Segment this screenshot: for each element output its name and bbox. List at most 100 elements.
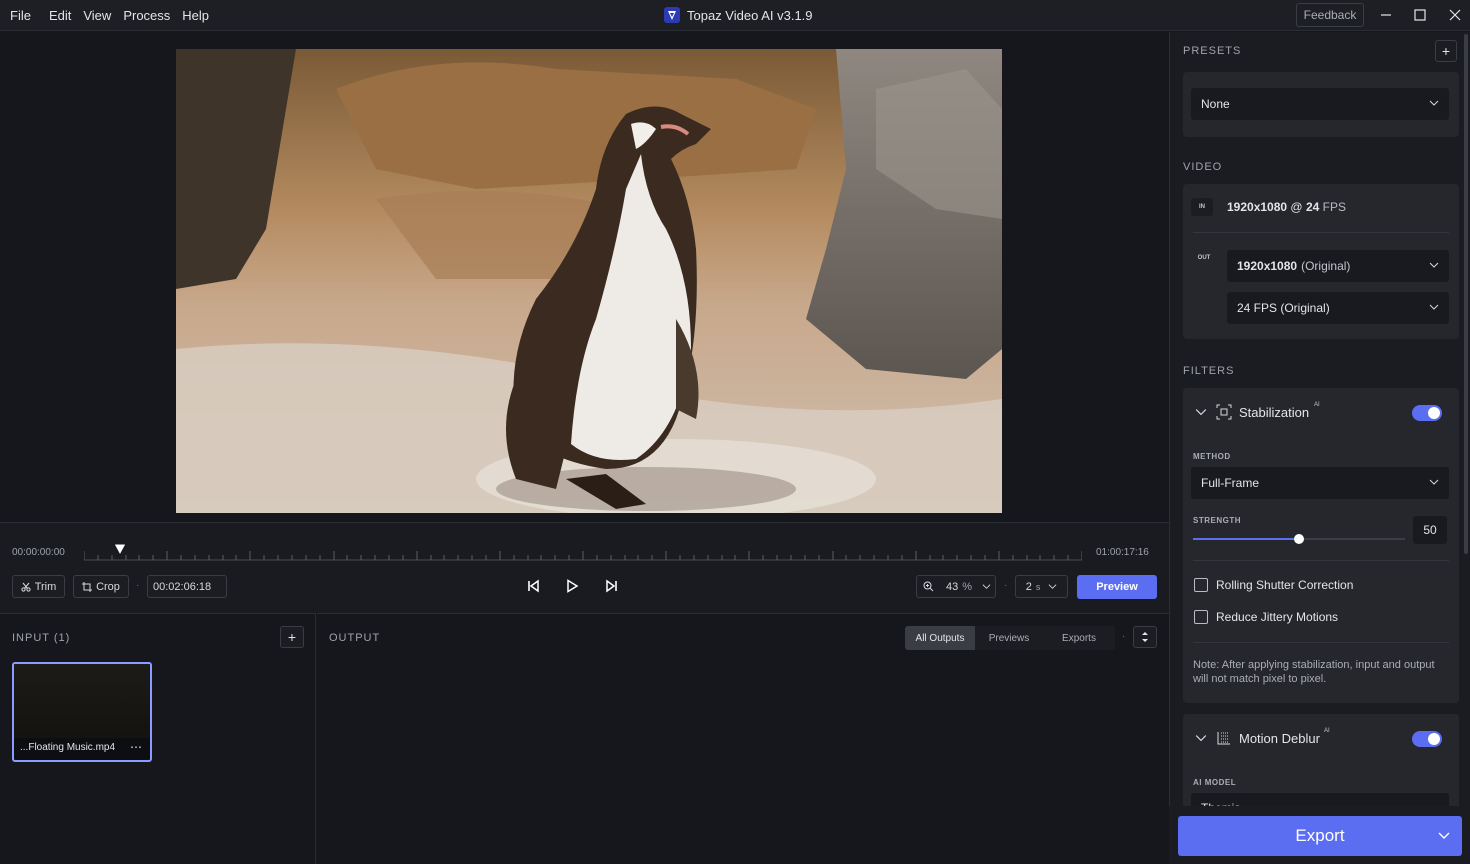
video-frame[interactable] bbox=[176, 49, 1002, 513]
next-frame-icon[interactable] bbox=[600, 575, 624, 597]
chevron-down-icon bbox=[1429, 479, 1439, 485]
separator-dot: · bbox=[1122, 631, 1126, 642]
sort-button[interactable] bbox=[1133, 626, 1157, 648]
output-label: OUTPUT bbox=[329, 632, 381, 644]
preview-button[interactable]: Preview bbox=[1077, 575, 1157, 599]
presets-dropdown[interactable]: None bbox=[1191, 88, 1449, 120]
tab-all-outputs[interactable]: All Outputs bbox=[905, 626, 975, 650]
title-bar: File Edit View Process Help Topaz Video … bbox=[0, 0, 1470, 31]
motion-deblur-ai-badge: AI bbox=[1324, 728, 1330, 734]
export-button[interactable]: Export bbox=[1178, 816, 1462, 856]
menu-view[interactable]: View bbox=[77, 8, 117, 23]
zoom-icon bbox=[923, 581, 934, 592]
sidebar-scrollbar[interactable] bbox=[1462, 32, 1470, 864]
minimize-icon[interactable] bbox=[1374, 4, 1398, 26]
trim-label: Trim bbox=[34, 580, 57, 593]
input-thumbnail[interactable]: ...Floating Music.mp4 ⋯ bbox=[12, 662, 152, 762]
presets-value: None bbox=[1201, 97, 1230, 111]
method-dropdown[interactable]: Full-Frame bbox=[1191, 467, 1449, 499]
scrollbar-thumb[interactable] bbox=[1464, 34, 1468, 554]
strength-input[interactable]: 50 bbox=[1413, 516, 1447, 544]
output-fps-value: 24 FPS (Original) bbox=[1237, 301, 1330, 315]
separator-dot: · bbox=[1004, 580, 1008, 591]
topaz-logo-icon bbox=[664, 7, 680, 23]
input-label: INPUT (1) bbox=[12, 632, 71, 644]
tab-previews[interactable]: Previews bbox=[975, 626, 1043, 650]
sort-icon bbox=[1142, 632, 1148, 642]
output-resolution-dropdown[interactable]: 1920x1080 (Original) bbox=[1227, 250, 1449, 282]
strength-slider-track[interactable] bbox=[1193, 534, 1405, 544]
playhead-handle[interactable] bbox=[112, 543, 128, 557]
step-dropdown[interactable]: 2 s bbox=[1015, 575, 1068, 598]
method-label: METHOD bbox=[1193, 452, 1231, 461]
app-title: Topaz Video AI v3.1.9 bbox=[663, 6, 813, 24]
zoom-dropdown[interactable]: 43 % bbox=[916, 575, 996, 598]
add-preset-button[interactable]: + bbox=[1435, 40, 1457, 62]
plus-icon: + bbox=[1441, 43, 1451, 59]
input-fps-value: 24 bbox=[1305, 200, 1320, 214]
method-value: Full-Frame bbox=[1201, 476, 1260, 490]
stabilization-title: Stabilization bbox=[1239, 405, 1310, 420]
step-unit: s bbox=[1035, 581, 1041, 592]
stabilization-toggle[interactable] bbox=[1412, 405, 1442, 421]
thumbnail-image bbox=[14, 664, 150, 738]
play-icon[interactable] bbox=[560, 575, 584, 597]
menu-file[interactable]: File bbox=[4, 8, 37, 23]
strength-slider-fill bbox=[1193, 538, 1299, 540]
tab-exports[interactable]: Exports bbox=[1043, 626, 1115, 650]
video-label: VIDEO bbox=[1183, 161, 1223, 173]
step-value: 2 bbox=[1025, 580, 1032, 593]
jittery-motions-checkbox[interactable] bbox=[1194, 610, 1208, 624]
output-res-value: 1920x1080 bbox=[1237, 259, 1298, 273]
feedback-button[interactable]: Feedback bbox=[1296, 3, 1364, 27]
chevron-down-icon[interactable] bbox=[1195, 732, 1207, 744]
input-res-value: 1920x1080 bbox=[1227, 200, 1288, 214]
timeline-start-time: 00:00:00:00 bbox=[12, 547, 65, 558]
export-label: Export bbox=[1295, 826, 1345, 845]
input-fps-unit: FPS bbox=[1322, 200, 1346, 214]
output-fps-dropdown[interactable]: 24 FPS (Original) bbox=[1227, 292, 1449, 324]
add-input-button[interactable]: + bbox=[280, 626, 304, 648]
motion-deblur-title: Motion Deblur bbox=[1239, 731, 1320, 746]
jittery-motions-label: Reduce Jittery Motions bbox=[1216, 610, 1339, 624]
stabilization-ai-badge: AI bbox=[1314, 402, 1320, 408]
timeline-end-time: 01:00:17:16 bbox=[1096, 547, 1149, 558]
rolling-shutter-label: Rolling Shutter Correction bbox=[1216, 578, 1354, 592]
output-panel bbox=[317, 613, 1169, 864]
chevron-down-icon bbox=[1429, 262, 1439, 268]
out-badge: OUT bbox=[1197, 255, 1211, 261]
presets-label: PRESETS bbox=[1183, 45, 1242, 57]
divider bbox=[1193, 232, 1449, 233]
chevron-down-icon[interactable] bbox=[1195, 406, 1207, 418]
presets-card: None bbox=[1183, 72, 1459, 137]
timeline-panel bbox=[0, 522, 1169, 613]
close-icon[interactable] bbox=[1443, 4, 1467, 26]
strength-slider-handle[interactable] bbox=[1294, 534, 1304, 544]
input-at: @ bbox=[1290, 200, 1303, 214]
video-viewer bbox=[0, 32, 1169, 522]
input-resolution: 1920x1080 @ 24 FPS bbox=[1227, 200, 1346, 214]
menu-edit[interactable]: Edit bbox=[43, 8, 77, 23]
crop-button[interactable]: Crop bbox=[73, 575, 129, 598]
scissors-icon bbox=[21, 582, 31, 592]
more-options-icon[interactable]: ⋯ bbox=[130, 740, 142, 754]
chevron-down-icon[interactable] bbox=[1438, 831, 1450, 841]
zoom-unit: % bbox=[962, 580, 973, 593]
settings-sidebar: PRESETS + None VIDEO IN 1920x1080 @ 24 F… bbox=[1169, 32, 1470, 864]
chevron-down-icon bbox=[1429, 100, 1439, 106]
input-filename: ...Floating Music.mp4 bbox=[20, 742, 116, 753]
menu-help[interactable]: Help bbox=[176, 8, 215, 23]
current-time-field[interactable]: 00:02:06:18 bbox=[147, 575, 227, 598]
chevron-down-icon bbox=[1429, 304, 1439, 310]
filters-label: FILTERS bbox=[1183, 365, 1235, 377]
divider bbox=[1193, 560, 1449, 561]
stabilization-card: Stabilization AI METHOD Full-Frame STREN… bbox=[1183, 388, 1459, 703]
trim-button[interactable]: Trim bbox=[12, 575, 65, 598]
motion-deblur-toggle[interactable] bbox=[1412, 731, 1442, 747]
previous-frame-icon[interactable] bbox=[521, 575, 545, 597]
strength-label: STRENGTH bbox=[1193, 516, 1241, 525]
maximize-icon[interactable] bbox=[1408, 4, 1432, 26]
menu-process[interactable]: Process bbox=[117, 8, 176, 23]
timeline-ruler[interactable] bbox=[84, 551, 1082, 561]
rolling-shutter-checkbox[interactable] bbox=[1194, 578, 1208, 592]
